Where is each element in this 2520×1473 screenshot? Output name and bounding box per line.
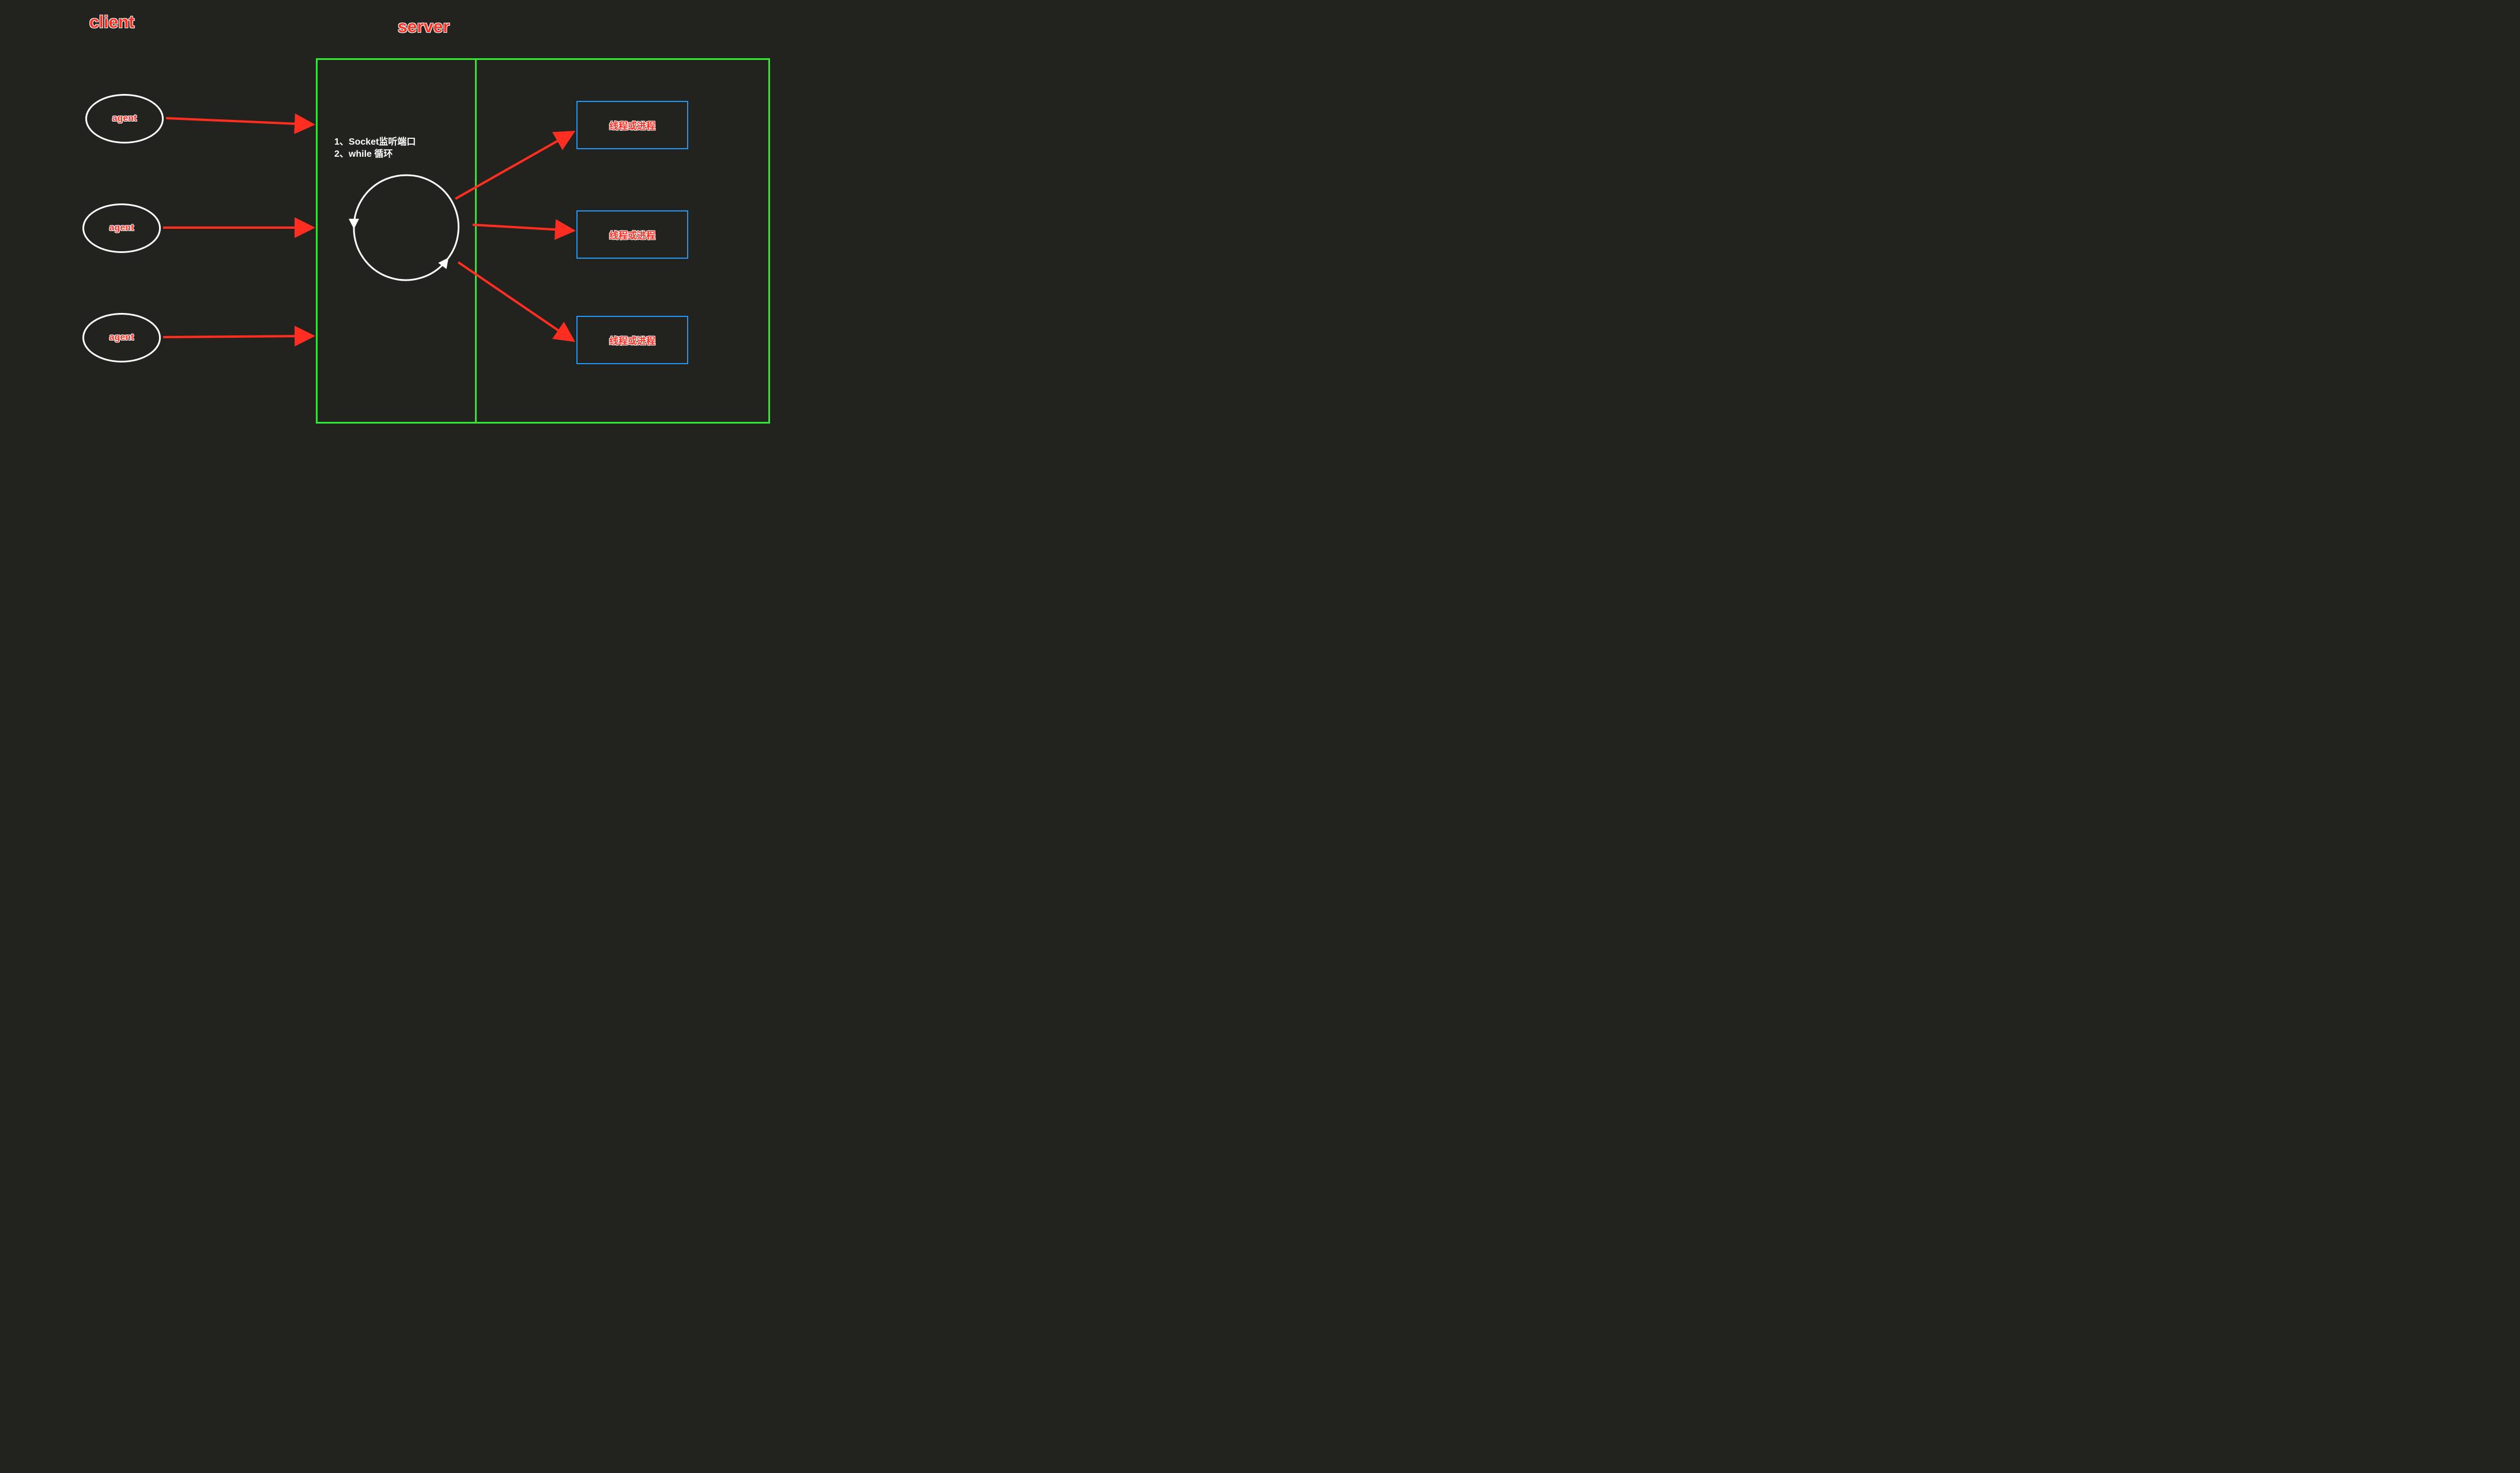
agent-label: agent <box>110 223 134 233</box>
thread-box-3: 线程或进程 <box>576 316 688 364</box>
agent-node-1: agent <box>85 94 164 143</box>
thread-label: 线程或进程 <box>609 333 655 347</box>
diagram-canvas: client server agent agent agent 1、Socket… <box>0 0 840 491</box>
agent-node-3: agent <box>82 313 161 362</box>
server-title: server <box>398 17 450 37</box>
thread-box-1: 线程或进程 <box>576 101 688 149</box>
thread-label: 线程或进程 <box>609 118 655 132</box>
loop-note: 1、Socket监听端口 2、while 循环 <box>334 137 416 161</box>
loop-note-line1: 1、Socket监听端口 <box>334 137 416 147</box>
loop-note-line2: 2、while 循环 <box>334 149 393 159</box>
server-container-inner <box>316 58 477 424</box>
arrow-client-1 <box>166 118 312 124</box>
agent-node-2: agent <box>82 203 161 253</box>
client-title: client <box>89 13 134 32</box>
thread-label: 线程或进程 <box>609 228 655 241</box>
agent-label: agent <box>112 114 137 124</box>
arrow-client-3 <box>163 336 312 337</box>
thread-box-2: 线程或进程 <box>576 210 688 259</box>
agent-label: agent <box>110 333 134 343</box>
